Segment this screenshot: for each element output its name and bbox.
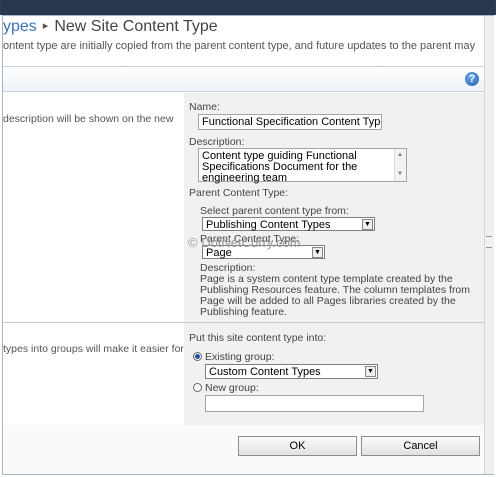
chevron-down-icon[interactable]: ▼: [365, 366, 376, 377]
name-input[interactable]: Functional Specification Content Type: [198, 114, 382, 130]
put-into-label: Put this site content type into:: [189, 332, 327, 344]
new-group-radio[interactable]: [193, 383, 202, 392]
description-label: Description:: [189, 136, 245, 148]
parent-group-select[interactable]: Publishing Content Types ▼: [202, 217, 375, 231]
group-section-description: types into groups will make it easier fo…: [3, 343, 184, 355]
description-textarea[interactable]: Content type guiding Functional Specific…: [198, 148, 407, 184]
top-bar-inner: [2, 0, 494, 15]
parent-content-type-label: Parent Content Type:: [189, 187, 289, 199]
existing-group-radio[interactable]: [193, 352, 202, 361]
parent-description-text: Page is a system content type template c…: [200, 273, 471, 318]
vertical-scrollbar[interactable]: [484, 16, 494, 474]
breadcrumb-separator-icon: ▸: [42, 20, 49, 32]
textarea-scrollbar[interactable]: ▲ ▼: [394, 149, 406, 181]
top-bar: [0, 0, 496, 15]
page-frame: ypes ▸ New Site Content Type ontent type a…: [2, 15, 494, 475]
scrollbar-grip[interactable]: [486, 236, 492, 248]
page-title: ypes ▸ New Site Content Type: [3, 18, 218, 40]
page-title-text: New Site Content Type: [54, 18, 218, 35]
existing-group-select[interactable]: Custom Content Types ▼: [205, 364, 378, 379]
watermark: © DotNetCurry.com: [188, 235, 301, 250]
ok-button[interactable]: OK: [238, 436, 357, 456]
chevron-down-icon[interactable]: ▼: [362, 219, 373, 230]
parent-group-value: Publishing Content Types: [206, 219, 331, 231]
scroll-up-icon[interactable]: ▲: [397, 150, 403, 161]
cancel-button[interactable]: Cancel: [361, 436, 480, 456]
existing-group-value: Custom Content Types: [209, 366, 321, 378]
scroll-down-icon[interactable]: ▼: [397, 169, 403, 180]
breadcrumb-link[interactable]: ypes: [3, 18, 37, 35]
new-group-input[interactable]: [205, 395, 424, 412]
page-description: ontent type are initially copied from th…: [3, 40, 476, 52]
existing-group-label: Existing group:: [205, 351, 275, 363]
new-group-label: New group:: [205, 382, 259, 394]
chevron-down-icon[interactable]: ▼: [312, 247, 323, 258]
toolbar-row: ?: [3, 66, 493, 92]
description-text: Content type guiding Functional Specific…: [202, 150, 358, 184]
select-parent-from-label: Select parent content type from:: [200, 205, 349, 217]
name-section-description: description will be shown on the new: [3, 113, 174, 125]
help-icon[interactable]: ?: [465, 72, 479, 86]
name-section-panel: Name: Functional Specification Content T…: [184, 93, 484, 322]
group-section-panel: Put this site content type into: Existin…: [184, 323, 484, 425]
footer-area: OK Cancel: [3, 425, 484, 474]
name-label: Name:: [189, 101, 220, 113]
